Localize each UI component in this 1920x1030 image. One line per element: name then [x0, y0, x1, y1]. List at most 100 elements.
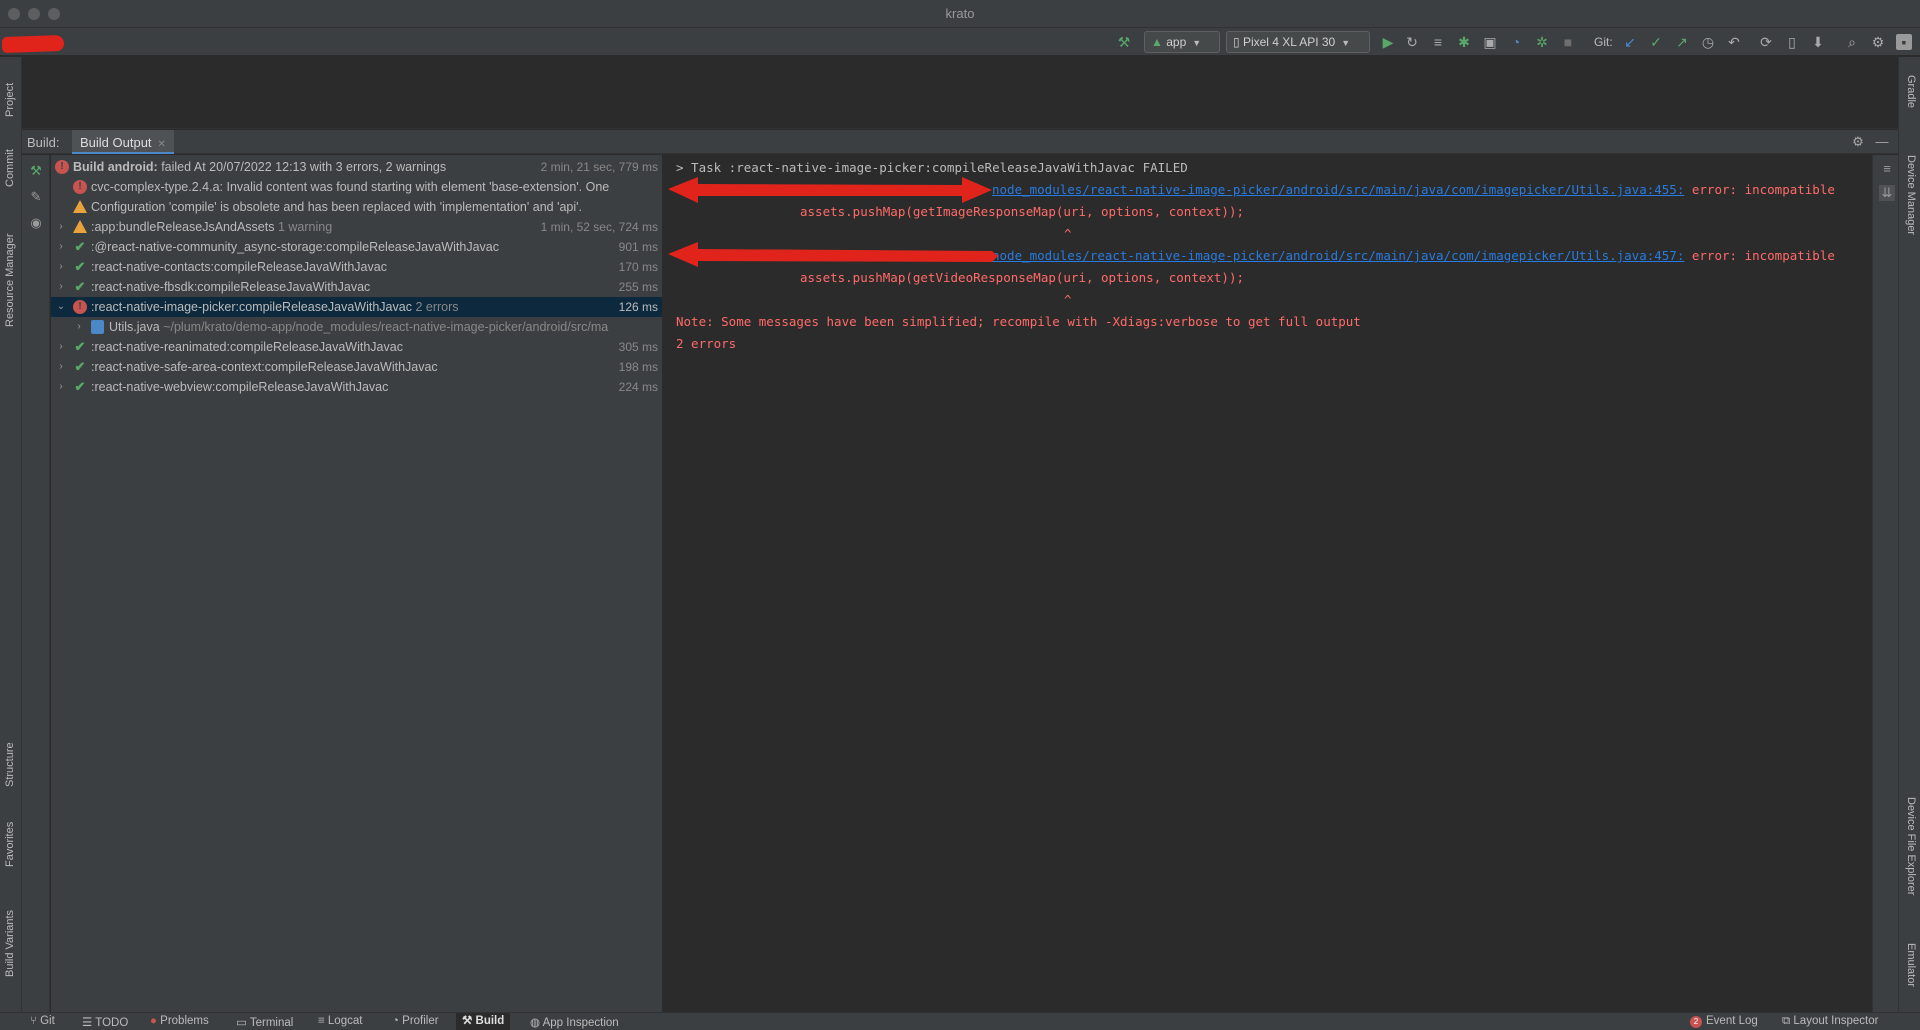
scroll-to-end-icon[interactable]: ⇊ — [1879, 185, 1895, 201]
tree-row-task-selected[interactable]: ⌄ ! :react-native-image-picker:compileRe… — [51, 297, 662, 317]
tab-project[interactable]: Project — [4, 83, 16, 117]
terminal-icon: ▭ — [236, 1017, 250, 1029]
bottom-tab-event-log[interactable]: 2 Event Log — [1690, 1015, 1758, 1028]
tree-row-task[interactable]: › ✔ :react-native-contacts:compileReleas… — [51, 257, 662, 277]
chevron-right-icon[interactable]: › — [55, 277, 67, 297]
git-update-icon[interactable]: ↙ — [1622, 34, 1638, 50]
git-push-icon[interactable]: ↗ — [1674, 34, 1690, 50]
device-manager-icon[interactable]: ▯ — [1784, 34, 1800, 50]
duration: 901 ms — [618, 240, 658, 254]
bottom-tab-problems[interactable]: ● Problems — [150, 1015, 209, 1027]
attach-debugger-icon[interactable]: ✲ — [1534, 34, 1550, 50]
avatar-icon[interactable]: ▪ — [1896, 34, 1912, 50]
tab-resource-manager[interactable]: Resource Manager — [4, 233, 16, 327]
stop-icon[interactable]: ■ — [1560, 34, 1576, 50]
sdk-manager-icon[interactable]: ⬇ — [1810, 34, 1826, 50]
error-code-line: assets.pushMap(getVideoResponseMap(uri, … — [800, 270, 1245, 285]
error-caret: ^ — [1064, 226, 1072, 241]
checkmark-icon: ✔ — [74, 279, 86, 294]
task-name: :react-native-fbsdk:compileReleaseJavaWi… — [91, 280, 371, 294]
error-message: error: incompatible — [1684, 182, 1835, 197]
bottom-tab-app-inspection[interactable]: ◍ App Inspection — [530, 1015, 619, 1029]
apply-code-changes-icon[interactable]: ≡ — [1430, 34, 1446, 50]
bottom-tab-label: Layout Inspector — [1793, 1015, 1879, 1027]
chevron-right-icon[interactable]: › — [55, 217, 67, 237]
chevron-right-icon[interactable]: › — [55, 357, 67, 377]
tree-row-task[interactable]: › ✔ :react-native-safe-area-context:comp… — [51, 357, 662, 377]
bottom-tab-git[interactable]: ⑂ Git — [30, 1015, 55, 1027]
tab-emulator[interactable]: Emulator — [1905, 943, 1917, 987]
run-config-select[interactable]: ▲ app ▼ — [1144, 31, 1220, 53]
checkmark-icon: ✔ — [74, 239, 86, 254]
bottom-tab-terminal[interactable]: ▭ Terminal — [236, 1015, 293, 1029]
tab-structure[interactable]: Structure — [4, 742, 16, 787]
tree-row-task[interactable]: › ✔ :@react-native-community_async-stora… — [51, 237, 662, 257]
hammer-icon[interactable]: ⚒ — [1116, 34, 1132, 50]
debug-icon[interactable]: ✱ — [1456, 34, 1472, 50]
error-caret: ^ — [1064, 292, 1072, 307]
error-file-link[interactable]: node_modules/react-native-image-picker/a… — [992, 248, 1684, 263]
bottom-tab-layout-inspector[interactable]: ⧉ Layout Inspector — [1782, 1015, 1878, 1028]
redaction-mark — [1, 34, 65, 54]
chevron-down-icon[interactable]: ⌄ — [55, 297, 67, 317]
tab-favorites[interactable]: Favorites — [4, 822, 16, 867]
coverage-icon[interactable]: ▣ — [1482, 34, 1498, 50]
tab-device-manager[interactable]: Device Manager — [1905, 155, 1917, 235]
tree-row-root[interactable]: ! Build android: failed At 20/07/2022 12… — [51, 157, 662, 177]
tree-row-task[interactable]: › ✔ :react-native-fbsdk:compileReleaseJa… — [51, 277, 662, 297]
layout-inspector-icon: ⧉ — [1782, 1015, 1794, 1027]
checkmark-icon: ✔ — [74, 339, 86, 354]
minimize-icon[interactable]: — — [1874, 134, 1890, 150]
git-commit-icon[interactable]: ✓ — [1648, 34, 1664, 50]
chevron-right-icon[interactable]: › — [55, 337, 67, 357]
tree-row-task[interactable]: › ✔ :react-native-webview:compileRelease… — [51, 377, 662, 397]
tree-row-file[interactable]: › Utils.java ~/plum/krato/demo-app/node_… — [51, 317, 662, 337]
bottom-tab-todo[interactable]: ☰ TODO — [82, 1015, 128, 1029]
hammer-icon[interactable]: ⚒ — [28, 163, 44, 179]
close-icon[interactable]: ✕ — [158, 139, 166, 150]
device-select[interactable]: ▯ Pixel 4 XL API 30 ▼ — [1226, 31, 1370, 53]
build-tool-header: Build: Build Output ✕ ⚙ — — [22, 130, 1898, 154]
task-note: 2 errors — [415, 300, 459, 314]
apply-changes-icon[interactable]: ↻ — [1404, 34, 1420, 50]
tab-build-output[interactable]: Build Output ✕ — [72, 130, 174, 154]
tree-row-task[interactable]: › :app:bundleReleaseJsAndAssets 1 warnin… — [51, 217, 662, 237]
gear-icon[interactable]: ⚙ — [1870, 34, 1886, 50]
tree-row-warning-msg[interactable]: Configuration 'compile' is obsolete and … — [51, 197, 662, 217]
sync-gradle-icon[interactable]: ⟳ — [1758, 34, 1774, 50]
bottom-tab-profiler[interactable]: ◔ Profiler — [392, 1015, 439, 1027]
gear-icon[interactable]: ⚙ — [1850, 134, 1866, 150]
error-icon: ! — [55, 160, 69, 174]
tab-commit[interactable]: Commit — [4, 149, 16, 187]
chevron-right-icon[interactable]: › — [55, 377, 67, 397]
chevron-right-icon[interactable]: › — [73, 317, 85, 337]
duration: 170 ms — [618, 260, 658, 274]
console-error-line: node_modules/react-native-image-picker/a… — [992, 248, 1835, 263]
tab-build-variants[interactable]: Build Variants — [4, 910, 16, 977]
build-label: Build: — [27, 135, 60, 150]
search-icon[interactable]: ⌕ — [1844, 34, 1860, 50]
bottom-tab-logcat[interactable]: ≡ Logcat — [318, 1015, 362, 1027]
pin-icon[interactable]: ✎ — [28, 189, 44, 205]
hammer-icon: ⚒ — [462, 1015, 476, 1027]
git-rollback-icon[interactable]: ↶ — [1726, 34, 1742, 50]
error-file-link[interactable]: node_modules/react-native-image-picker/a… — [992, 182, 1684, 197]
soft-wrap-icon[interactable]: ≡ — [1879, 161, 1895, 177]
chevron-right-icon[interactable]: › — [55, 257, 67, 277]
tab-gradle[interactable]: Gradle — [1905, 75, 1917, 108]
build-tree: ! Build android: failed At 20/07/2022 12… — [51, 155, 663, 1012]
build-console[interactable]: > Task :react-native-image-picker:compil… — [664, 155, 1872, 1012]
run-icon[interactable]: ▶ — [1380, 34, 1396, 50]
java-file-icon — [91, 320, 104, 334]
tab-device-file-explorer[interactable]: Device File Explorer — [1905, 797, 1917, 895]
tree-row-task[interactable]: › ✔ :react-native-reanimated:compileRele… — [51, 337, 662, 357]
profile-icon[interactable]: ◔ — [1508, 34, 1524, 50]
chevron-right-icon[interactable]: › — [55, 237, 67, 257]
bottom-tab-build[interactable]: ⚒ Build — [456, 1013, 511, 1030]
git-history-icon[interactable]: ◷ — [1700, 34, 1716, 50]
error-message: error: incompatible — [1684, 248, 1835, 263]
tree-row-error-msg[interactable]: ! cvc-complex-type.2.4.a: Invalid conten… — [51, 177, 662, 197]
bottom-tab-label: Logcat — [327, 1015, 363, 1027]
checkmark-icon: ✔ — [74, 259, 86, 274]
eye-icon[interactable]: ◉ — [28, 215, 44, 231]
